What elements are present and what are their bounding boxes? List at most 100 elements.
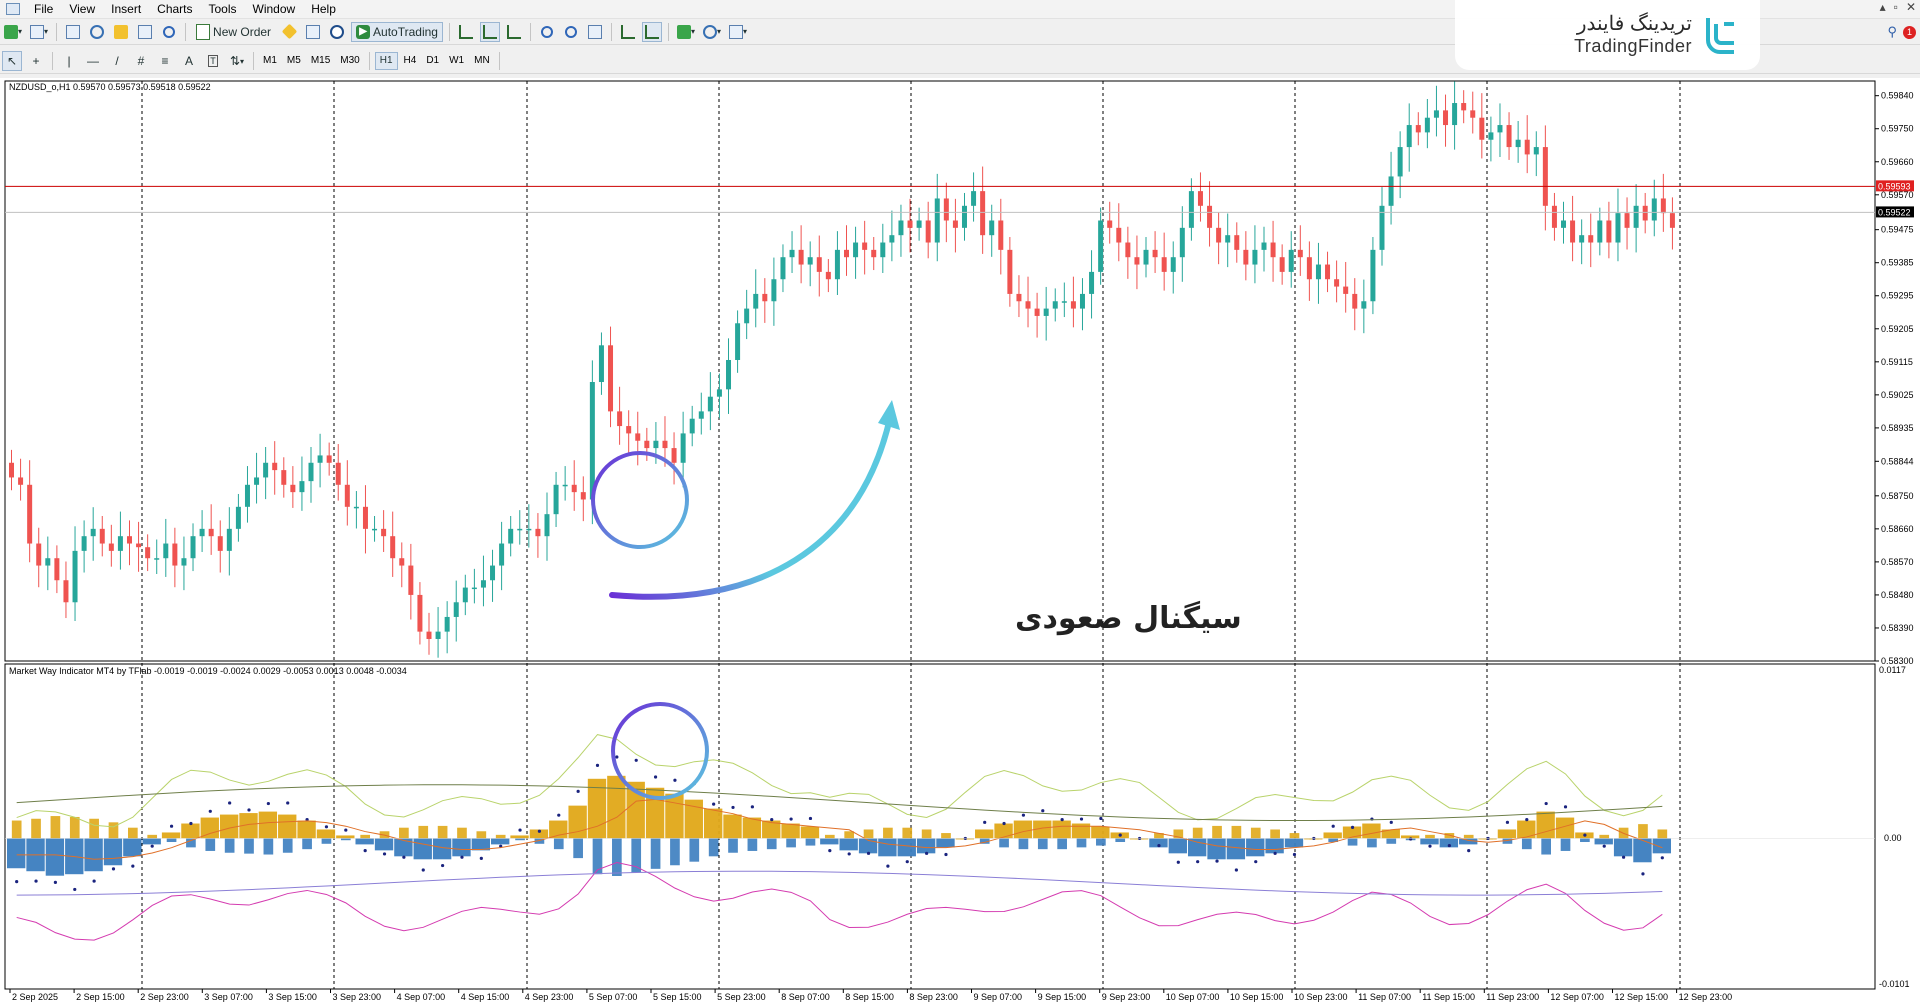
data-window-button[interactable] — [87, 22, 107, 42]
signal-dot — [1390, 821, 1393, 824]
close-icon[interactable]: ✕ — [1906, 0, 1916, 14]
timeframe-m15-button[interactable]: M15 — [307, 52, 334, 70]
timeframe-m5-button[interactable]: M5 — [283, 52, 305, 70]
restore-icon[interactable]: ▫ — [1894, 0, 1898, 14]
timeframe-h4-button[interactable]: H4 — [400, 52, 421, 70]
signal-dot — [1177, 861, 1180, 864]
strategy-tester-button[interactable] — [159, 22, 179, 42]
navigator-button[interactable] — [111, 22, 131, 42]
indicator-title: Market Way Indicator MT4 by TFlab -0.001… — [9, 666, 407, 676]
signal-dot — [925, 852, 928, 855]
histogram-bar — [748, 838, 758, 851]
candlestick-button[interactable] — [480, 22, 500, 42]
bull-candle — [1080, 294, 1085, 309]
arrows-button[interactable]: ⇅▾ — [227, 51, 247, 71]
timeframe-w1-button[interactable]: W1 — [445, 52, 468, 70]
signals-button[interactable] — [303, 22, 323, 42]
histogram-bar — [1522, 838, 1532, 849]
histogram-bar — [1498, 829, 1516, 838]
bear-candle — [1216, 228, 1221, 243]
signal-dot — [364, 849, 367, 852]
menu-charts[interactable]: Charts — [149, 0, 200, 18]
profiles-button[interactable]: ▾ — [28, 22, 50, 42]
timeframe-m30-button[interactable]: M30 — [336, 52, 363, 70]
crosshair-button[interactable]: + — [26, 51, 46, 71]
search-icon[interactable]: ⚲ — [1887, 24, 1897, 40]
chart-shift-button[interactable] — [618, 22, 638, 42]
bull-candle — [717, 389, 722, 396]
bar-chart-button[interactable] — [456, 22, 476, 42]
bear-candle — [1307, 257, 1312, 279]
timeframe-h1-button[interactable]: H1 — [375, 52, 398, 70]
channel-button[interactable]: # — [131, 51, 151, 71]
main-price-pane[interactable] — [5, 81, 1875, 661]
terminal-button[interactable] — [135, 22, 155, 42]
chart-window[interactable]: 0.598400.597500.596600.595700.594750.593… — [0, 78, 1920, 1003]
bear-candle — [1271, 243, 1276, 258]
time-axis-label: 2 Sep 2025 — [12, 992, 58, 1002]
new-chart-button[interactable]: ▾ — [2, 22, 24, 42]
trendline-button[interactable]: / — [107, 51, 127, 71]
new-order-button[interactable]: New Order — [192, 22, 275, 42]
histogram-bar — [46, 838, 64, 875]
notification-badge[interactable]: 1 — [1903, 26, 1916, 39]
text-label-button[interactable]: T — [203, 51, 223, 71]
histogram-bar — [1265, 838, 1283, 853]
timeframe-m1-button[interactable]: M1 — [259, 52, 281, 70]
metaeditor-button[interactable] — [279, 22, 299, 42]
new-order-label: New Order — [213, 25, 271, 39]
toolbar-separator — [185, 23, 186, 41]
bear-candle — [145, 547, 150, 558]
indicators-button[interactable]: ▾ — [675, 22, 697, 42]
line-chart-button[interactable] — [504, 22, 524, 42]
timeframe-d1-button[interactable]: D1 — [422, 52, 443, 70]
timeframe-mn-button[interactable]: MN — [470, 52, 494, 70]
price-axis-label: 0.58570 — [1881, 557, 1914, 567]
histogram-bar — [917, 838, 935, 853]
signal-dot — [1119, 834, 1122, 837]
minimize-icon[interactable]: ▴ — [1880, 0, 1886, 14]
market-watch-button[interactable] — [63, 22, 83, 42]
histogram-bar — [259, 812, 277, 839]
signal-dot — [867, 852, 870, 855]
options-button[interactable] — [327, 22, 347, 42]
menu-window[interactable]: Window — [245, 0, 304, 18]
menu-insert[interactable]: Insert — [103, 0, 149, 18]
menu-file[interactable]: File — [26, 0, 61, 18]
signal-dot — [1603, 845, 1606, 848]
bull-candle — [880, 243, 885, 258]
menu-help[interactable]: Help — [303, 0, 344, 18]
signal-dot — [1661, 856, 1664, 859]
histogram-bar — [123, 838, 141, 856]
histogram-bar — [743, 818, 761, 839]
app-icon — [6, 3, 20, 15]
globe-icon — [330, 25, 344, 39]
periods-button[interactable]: ▾ — [701, 22, 723, 42]
bear-candle — [817, 257, 822, 272]
chart-canvas[interactable]: 0.598400.597500.596600.595700.594750.593… — [0, 78, 1920, 1003]
bear-candle — [1325, 265, 1330, 280]
fibonacci-button[interactable]: ≡ — [155, 51, 175, 71]
autotrading-button[interactable]: ▶AutoTrading — [351, 22, 443, 42]
histogram-bar — [704, 809, 722, 839]
vertical-line-button[interactable]: | — [59, 51, 79, 71]
histogram-bar — [476, 831, 486, 838]
histogram-bar — [1270, 829, 1280, 838]
cursor-button[interactable]: ↖ — [2, 51, 22, 71]
bull-candle — [835, 250, 840, 279]
text-button[interactable]: A — [179, 51, 199, 71]
zoom-out-button[interactable] — [561, 22, 581, 42]
horizontal-line-button[interactable]: — — [83, 51, 103, 71]
signal-dot — [54, 881, 57, 884]
zoom-in-button[interactable] — [537, 22, 557, 42]
templates-button[interactable]: ▾ — [727, 22, 749, 42]
menu-view[interactable]: View — [61, 0, 103, 18]
tile-windows-button[interactable] — [585, 22, 605, 42]
bear-candle — [1334, 279, 1339, 286]
menu-tools[interactable]: Tools — [201, 0, 245, 18]
time-axis-label: 11 Sep 15:00 — [1422, 992, 1475, 1002]
tradingfinder-logo-icon — [1704, 14, 1738, 56]
auto-scroll-button[interactable] — [642, 22, 662, 42]
signal-dot — [1002, 822, 1005, 825]
signal-dot — [1409, 837, 1412, 840]
